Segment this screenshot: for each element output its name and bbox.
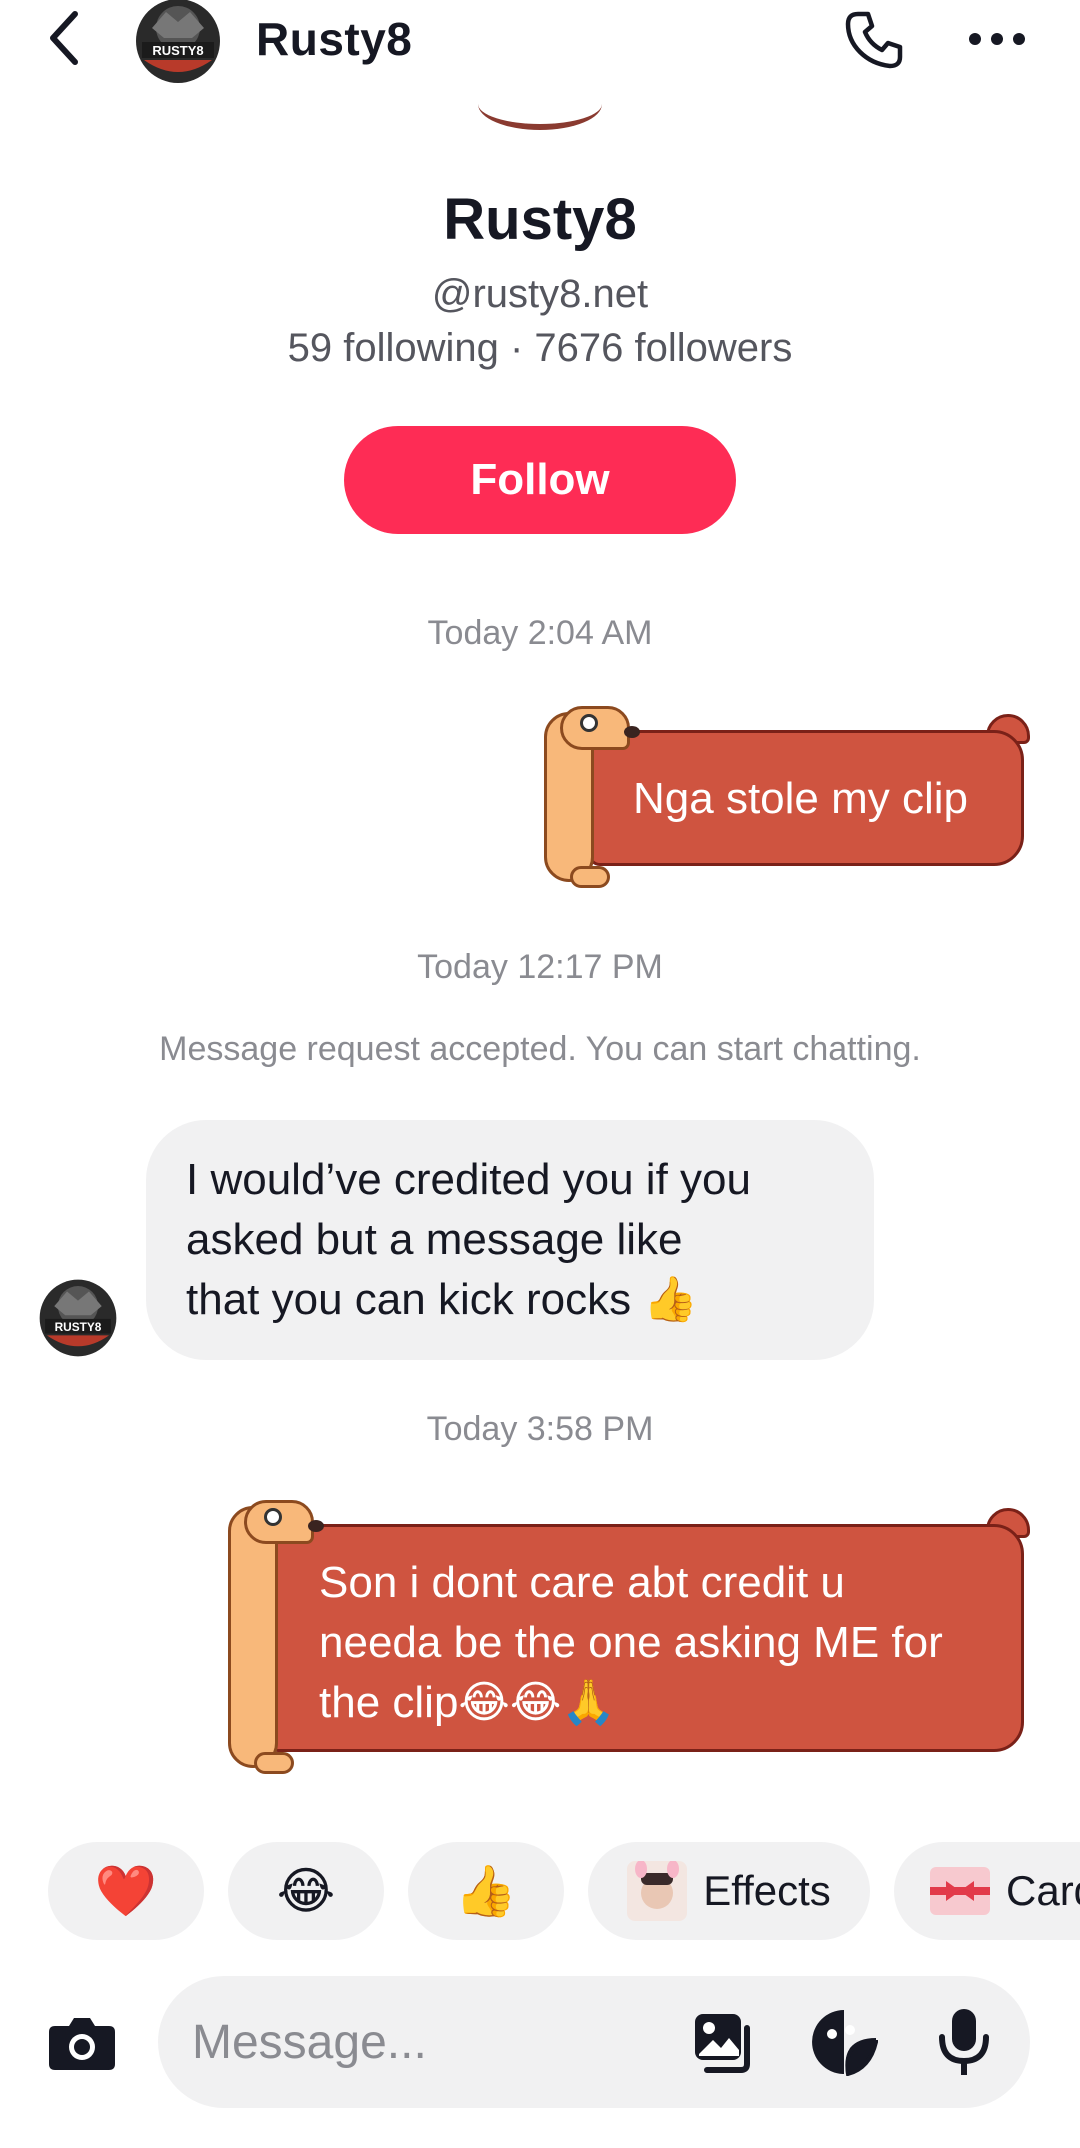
more-options-button[interactable] [962,14,1032,64]
phone-icon [845,11,903,69]
profile-handle: @rusty8.net [431,272,649,316]
sent-sticker-message[interactable]: Son i dont care abt credit u needa be th… [224,1500,1050,1780]
system-message: Message request accepted. You can start … [159,1030,921,1068]
voice-message-button[interactable] [928,2006,1000,2078]
profile-stats: 59 following · 7676 followers [287,326,793,370]
message-text: Son i dont care abt credit u needa be th… [319,1553,943,1733]
timestamp: Today 3:58 PM [426,1410,654,1448]
camera-button[interactable] [44,2004,120,2080]
message-line: I would’ve credited you if you [186,1155,751,1204]
dog-eye [264,1508,282,1526]
profile-avatar-peek [478,104,602,130]
sent-sticker-message[interactable]: Nga stole my clip [540,706,1050,896]
gallery-icon [695,2014,750,2073]
gallery-button[interactable] [688,2006,760,2078]
dog-foot [570,866,610,888]
header-avatar[interactable]: RUSTY8 [132,0,224,84]
message-line: that you can kick rocks 👍 [186,1275,699,1324]
message-line: needa be the one asking ME for [319,1618,943,1667]
effects-label: Effects [703,1867,831,1914]
sticker-bubble-body: Nga stole my clip [588,730,1024,866]
gift-card-icon [930,1867,990,1915]
logo-text: RUSTY8 [152,43,203,58]
call-button[interactable] [838,4,910,76]
dog-eye [580,714,598,732]
effects-thumbnail-icon [627,1861,688,1921]
sender-avatar[interactable]: RUSTY8 [36,1276,120,1360]
camera-icon [49,2018,115,2070]
back-button[interactable] [40,8,90,68]
dog-nose [624,726,640,738]
reaction-heart-button[interactable]: ❤️ [48,1842,204,1940]
heart-icon: ❤️ [94,1862,158,1920]
dog-nose [308,1520,324,1532]
laughing-icon: 😂 [276,1862,336,1920]
card-label: Card [1006,1867,1080,1914]
logo-text: RUSTY8 [55,1320,102,1334]
message-text: Nga stole my clip [633,774,969,823]
follow-button[interactable]: Follow [344,426,736,534]
reaction-laugh-button[interactable]: 😂 [228,1842,384,1940]
message-line: asked but a message like [186,1215,683,1264]
more-horizontal-icon [969,33,1025,45]
received-message[interactable]: I would’ve credited you if you asked but… [146,1120,874,1360]
quick-reaction-bar: ❤️ 😂 👍 Effects Card [0,1842,1080,1942]
chevron-left-icon [50,11,78,65]
sticker-icon [812,2010,878,2076]
microphone-icon [939,2009,989,2075]
chat-header: RUSTY8 Rusty8 [0,0,1080,83]
dog-neck [228,1506,278,1768]
profile-name: Rusty8 [443,187,637,252]
message-line: the clip😂😂🙏 [319,1678,617,1727]
timestamp: Today 12:17 PM [417,948,663,986]
message-composer [158,1976,1030,2108]
message-input[interactable] [192,2006,672,2078]
timestamp: Today 2:04 AM [427,614,653,652]
effects-button[interactable]: Effects [588,1842,870,1940]
dog-foot [254,1752,294,1774]
sticker-bubble-body: Son i dont care abt credit u needa be th… [266,1524,1024,1752]
thumbs-up-icon: 👍 [454,1862,518,1920]
message-line: Son i dont care abt credit u [319,1558,845,1607]
sticker-button[interactable] [808,2006,880,2078]
reaction-thumbs-up-button[interactable]: 👍 [408,1842,564,1940]
header-title[interactable]: Rusty8 [256,12,412,66]
card-button[interactable]: Card [894,1842,1080,1940]
